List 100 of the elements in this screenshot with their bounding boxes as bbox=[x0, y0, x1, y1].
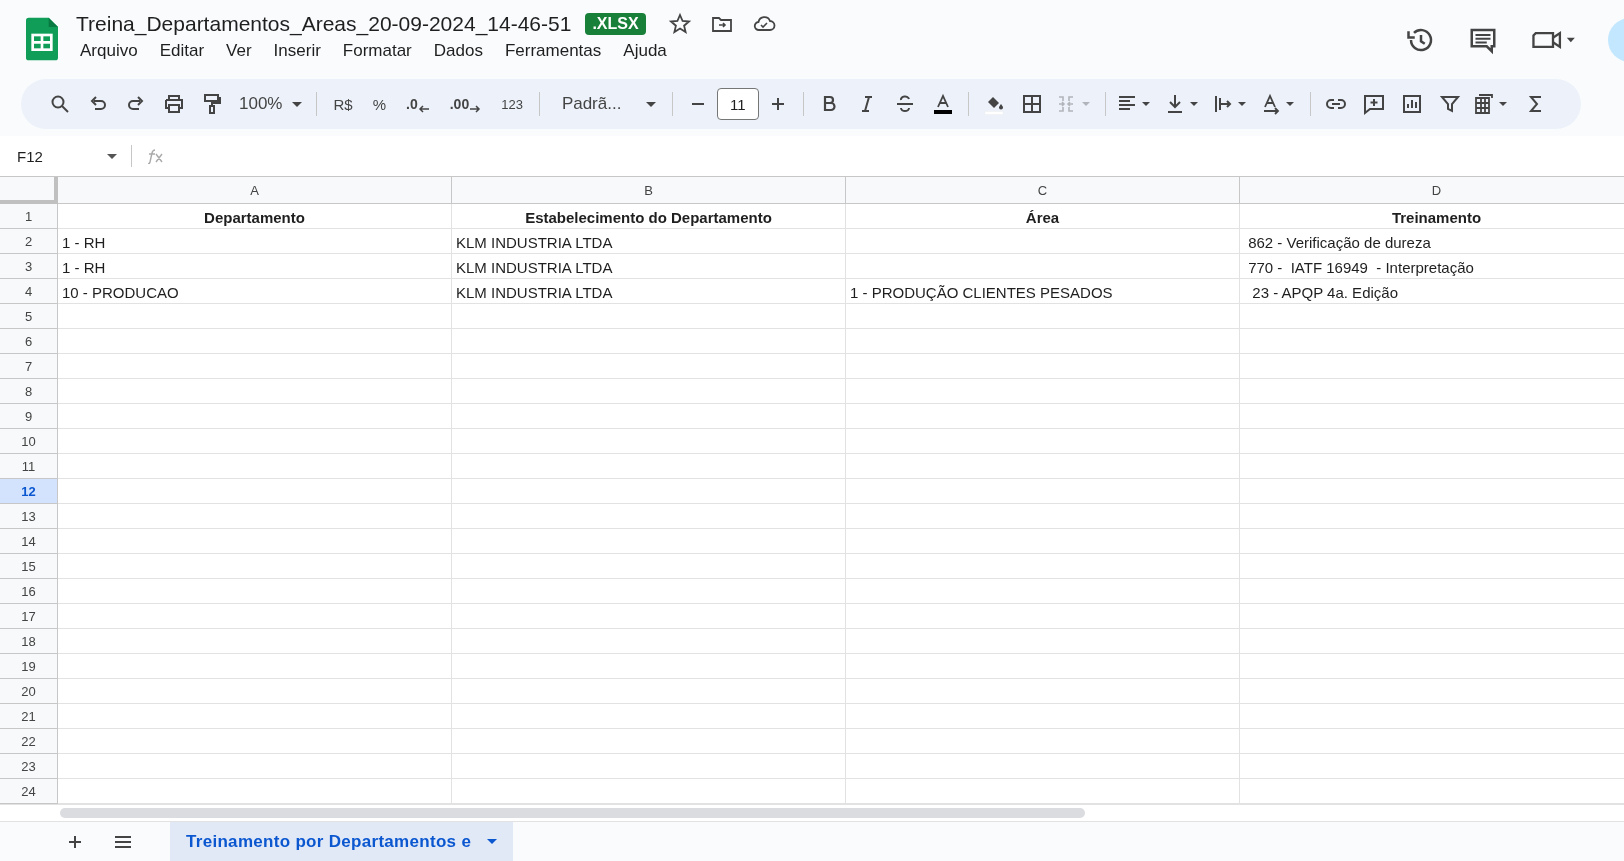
font-size-field[interactable]: 11 bbox=[716, 88, 759, 120]
empty-cell[interactable] bbox=[846, 404, 1240, 429]
document-title[interactable]: Treina_Departamentos_Areas_20-09-2024_14-46-51 bbox=[76, 12, 572, 36]
column-header[interactable]: B bbox=[452, 177, 846, 204]
row-header[interactable]: 13 bbox=[0, 504, 58, 529]
currency-format-button[interactable]: R$ bbox=[323, 89, 363, 119]
table-cell[interactable]: 1 - PRODUÇÃO CLIENTES PESADOS bbox=[846, 279, 1240, 304]
table-cell[interactable]: Estabelecimento do Departamento bbox=[452, 204, 846, 229]
empty-cell[interactable] bbox=[452, 479, 846, 504]
column-header[interactable]: A bbox=[58, 177, 452, 204]
empty-cell[interactable] bbox=[452, 754, 846, 779]
empty-cell[interactable] bbox=[452, 704, 846, 729]
font-select[interactable]: Padrã... bbox=[545, 88, 666, 120]
row-header[interactable]: 1 bbox=[0, 204, 58, 229]
row-header[interactable]: 7 bbox=[0, 354, 58, 379]
empty-cell[interactable] bbox=[846, 504, 1240, 529]
empty-cell[interactable] bbox=[452, 679, 846, 704]
table-cell[interactable]: 1 - RH bbox=[58, 229, 452, 254]
percent-format-button[interactable]: % bbox=[362, 89, 396, 119]
menu-item[interactable]: Dados bbox=[422, 41, 494, 61]
empty-cell[interactable] bbox=[846, 704, 1240, 729]
table-cell[interactable]: Departamento bbox=[58, 204, 452, 229]
row-header[interactable]: 20 bbox=[0, 679, 58, 704]
empty-cell[interactable] bbox=[452, 404, 846, 429]
decrease-decimals-button[interactable]: .0 bbox=[396, 89, 440, 119]
empty-cell[interactable] bbox=[452, 729, 846, 754]
name-box[interactable]: F12 bbox=[0, 145, 132, 167]
empty-cell[interactable] bbox=[452, 529, 846, 554]
menu-item[interactable]: Ver bbox=[215, 41, 263, 61]
column-header[interactable]: C bbox=[846, 177, 1240, 204]
empty-cell[interactable] bbox=[452, 579, 846, 604]
empty-cell[interactable] bbox=[846, 579, 1240, 604]
menu-item[interactable]: Formatar bbox=[331, 41, 423, 61]
row-header[interactable]: 24 bbox=[0, 779, 58, 804]
table-cell[interactable]: 770 - IATF 16949 - Interpretação bbox=[1240, 254, 1624, 279]
empty-cell[interactable] bbox=[846, 454, 1240, 479]
row-header[interactable]: 11 bbox=[0, 454, 58, 479]
empty-cell[interactable] bbox=[452, 379, 846, 404]
row-header[interactable]: 6 bbox=[0, 329, 58, 354]
empty-cell[interactable] bbox=[846, 529, 1240, 554]
sheet-tab[interactable]: Treinamento por Departamentos e bbox=[170, 822, 514, 861]
empty-cell[interactable] bbox=[452, 504, 846, 529]
number-format-button[interactable]: 123 bbox=[491, 90, 533, 118]
empty-cell[interactable] bbox=[452, 629, 846, 654]
table-cell[interactable]: KLM INDUSTRIA LTDA bbox=[452, 229, 846, 254]
empty-cell[interactable] bbox=[452, 554, 846, 579]
row-header[interactable]: 12 bbox=[0, 479, 58, 504]
row-header[interactable]: 5 bbox=[0, 304, 58, 329]
row-header[interactable]: 2 bbox=[0, 229, 58, 254]
row-header[interactable]: 14 bbox=[0, 529, 58, 554]
empty-cell[interactable] bbox=[452, 304, 846, 329]
empty-cell[interactable] bbox=[846, 354, 1240, 379]
empty-cell[interactable] bbox=[846, 754, 1240, 779]
menu-item[interactable]: Inserir bbox=[262, 41, 332, 61]
table-cell[interactable]: Treinamento bbox=[1240, 204, 1624, 229]
menu-item[interactable]: Arquivo bbox=[76, 41, 149, 61]
empty-cell[interactable] bbox=[452, 779, 846, 804]
table-cell[interactable]: 10 - PRODUCAO bbox=[58, 279, 452, 304]
menu-item[interactable]: Editar bbox=[148, 41, 216, 61]
empty-cell[interactable] bbox=[846, 679, 1240, 704]
empty-cell[interactable] bbox=[452, 604, 846, 629]
row-header[interactable]: 17 bbox=[0, 604, 58, 629]
empty-cell[interactable] bbox=[846, 379, 1240, 404]
row-header[interactable]: 9 bbox=[0, 404, 58, 429]
row-header[interactable]: 10 bbox=[0, 429, 58, 454]
empty-cell[interactable] bbox=[452, 354, 846, 379]
table-cell[interactable]: 1 - RH bbox=[58, 254, 452, 279]
empty-cell[interactable] bbox=[846, 604, 1240, 629]
table-cell[interactable]: 862 - Verificação de dureza bbox=[1240, 229, 1624, 254]
table-cell[interactable]: Área bbox=[846, 204, 1240, 229]
sheets-logo-icon[interactable] bbox=[26, 17, 58, 61]
row-header[interactable]: 18 bbox=[0, 629, 58, 654]
row-header[interactable]: 4 bbox=[0, 279, 58, 304]
empty-cell[interactable] bbox=[846, 479, 1240, 504]
empty-cell[interactable] bbox=[452, 329, 846, 354]
star-icon[interactable] bbox=[667, 12, 692, 36]
empty-cell[interactable] bbox=[846, 729, 1240, 754]
empty-cell[interactable] bbox=[452, 654, 846, 679]
table-cell[interactable]: KLM INDUSTRIA LTDA bbox=[452, 254, 846, 279]
menu-item[interactable]: Ferramentas bbox=[493, 41, 613, 61]
empty-cell[interactable] bbox=[452, 429, 846, 454]
empty-cell[interactable] bbox=[846, 554, 1240, 579]
row-header[interactable]: 15 bbox=[0, 554, 58, 579]
empty-cell[interactable] bbox=[846, 654, 1240, 679]
empty-cell[interactable] bbox=[452, 454, 846, 479]
row-header[interactable]: 16 bbox=[0, 579, 58, 604]
empty-cell[interactable] bbox=[846, 329, 1240, 354]
empty-cell[interactable] bbox=[846, 429, 1240, 454]
row-header[interactable]: 19 bbox=[0, 654, 58, 679]
empty-cell[interactable] bbox=[846, 254, 1240, 279]
empty-cell[interactable] bbox=[846, 229, 1240, 254]
table-cell[interactable]: KLM INDUSTRIA LTDA bbox=[452, 279, 846, 304]
row-header[interactable]: 3 bbox=[0, 254, 58, 279]
table-cell[interactable]: 23 - APQP 4a. Edição bbox=[1240, 279, 1624, 304]
horizontal-scrollbar[interactable] bbox=[60, 808, 1085, 818]
row-header[interactable]: 23 bbox=[0, 754, 58, 779]
empty-cell[interactable] bbox=[846, 629, 1240, 654]
zoom-select[interactable]: 100% bbox=[231, 88, 311, 120]
row-header[interactable]: 21 bbox=[0, 704, 58, 729]
row-header[interactable]: 8 bbox=[0, 379, 58, 404]
